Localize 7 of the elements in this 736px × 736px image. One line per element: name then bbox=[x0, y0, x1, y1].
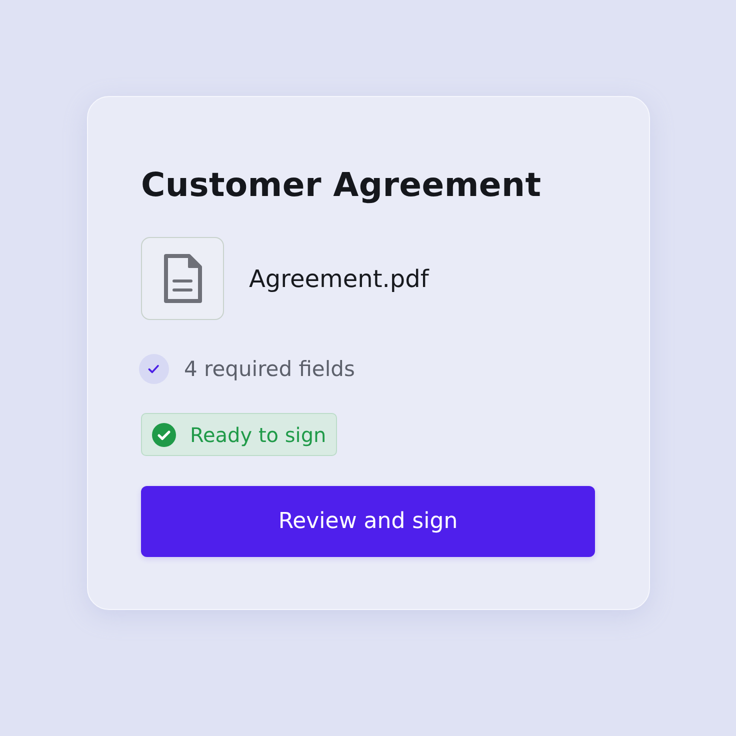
check-circle-icon bbox=[152, 422, 176, 446]
file-name: Agreement.pdf bbox=[249, 264, 429, 292]
status-text: Ready to sign bbox=[190, 422, 326, 446]
document-icon bbox=[162, 253, 202, 304]
card-title: Customer Agreement bbox=[141, 164, 542, 206]
review-sign-button[interactable]: Review and sign bbox=[141, 486, 595, 557]
requirement-text: 4 required fields bbox=[184, 357, 355, 381]
